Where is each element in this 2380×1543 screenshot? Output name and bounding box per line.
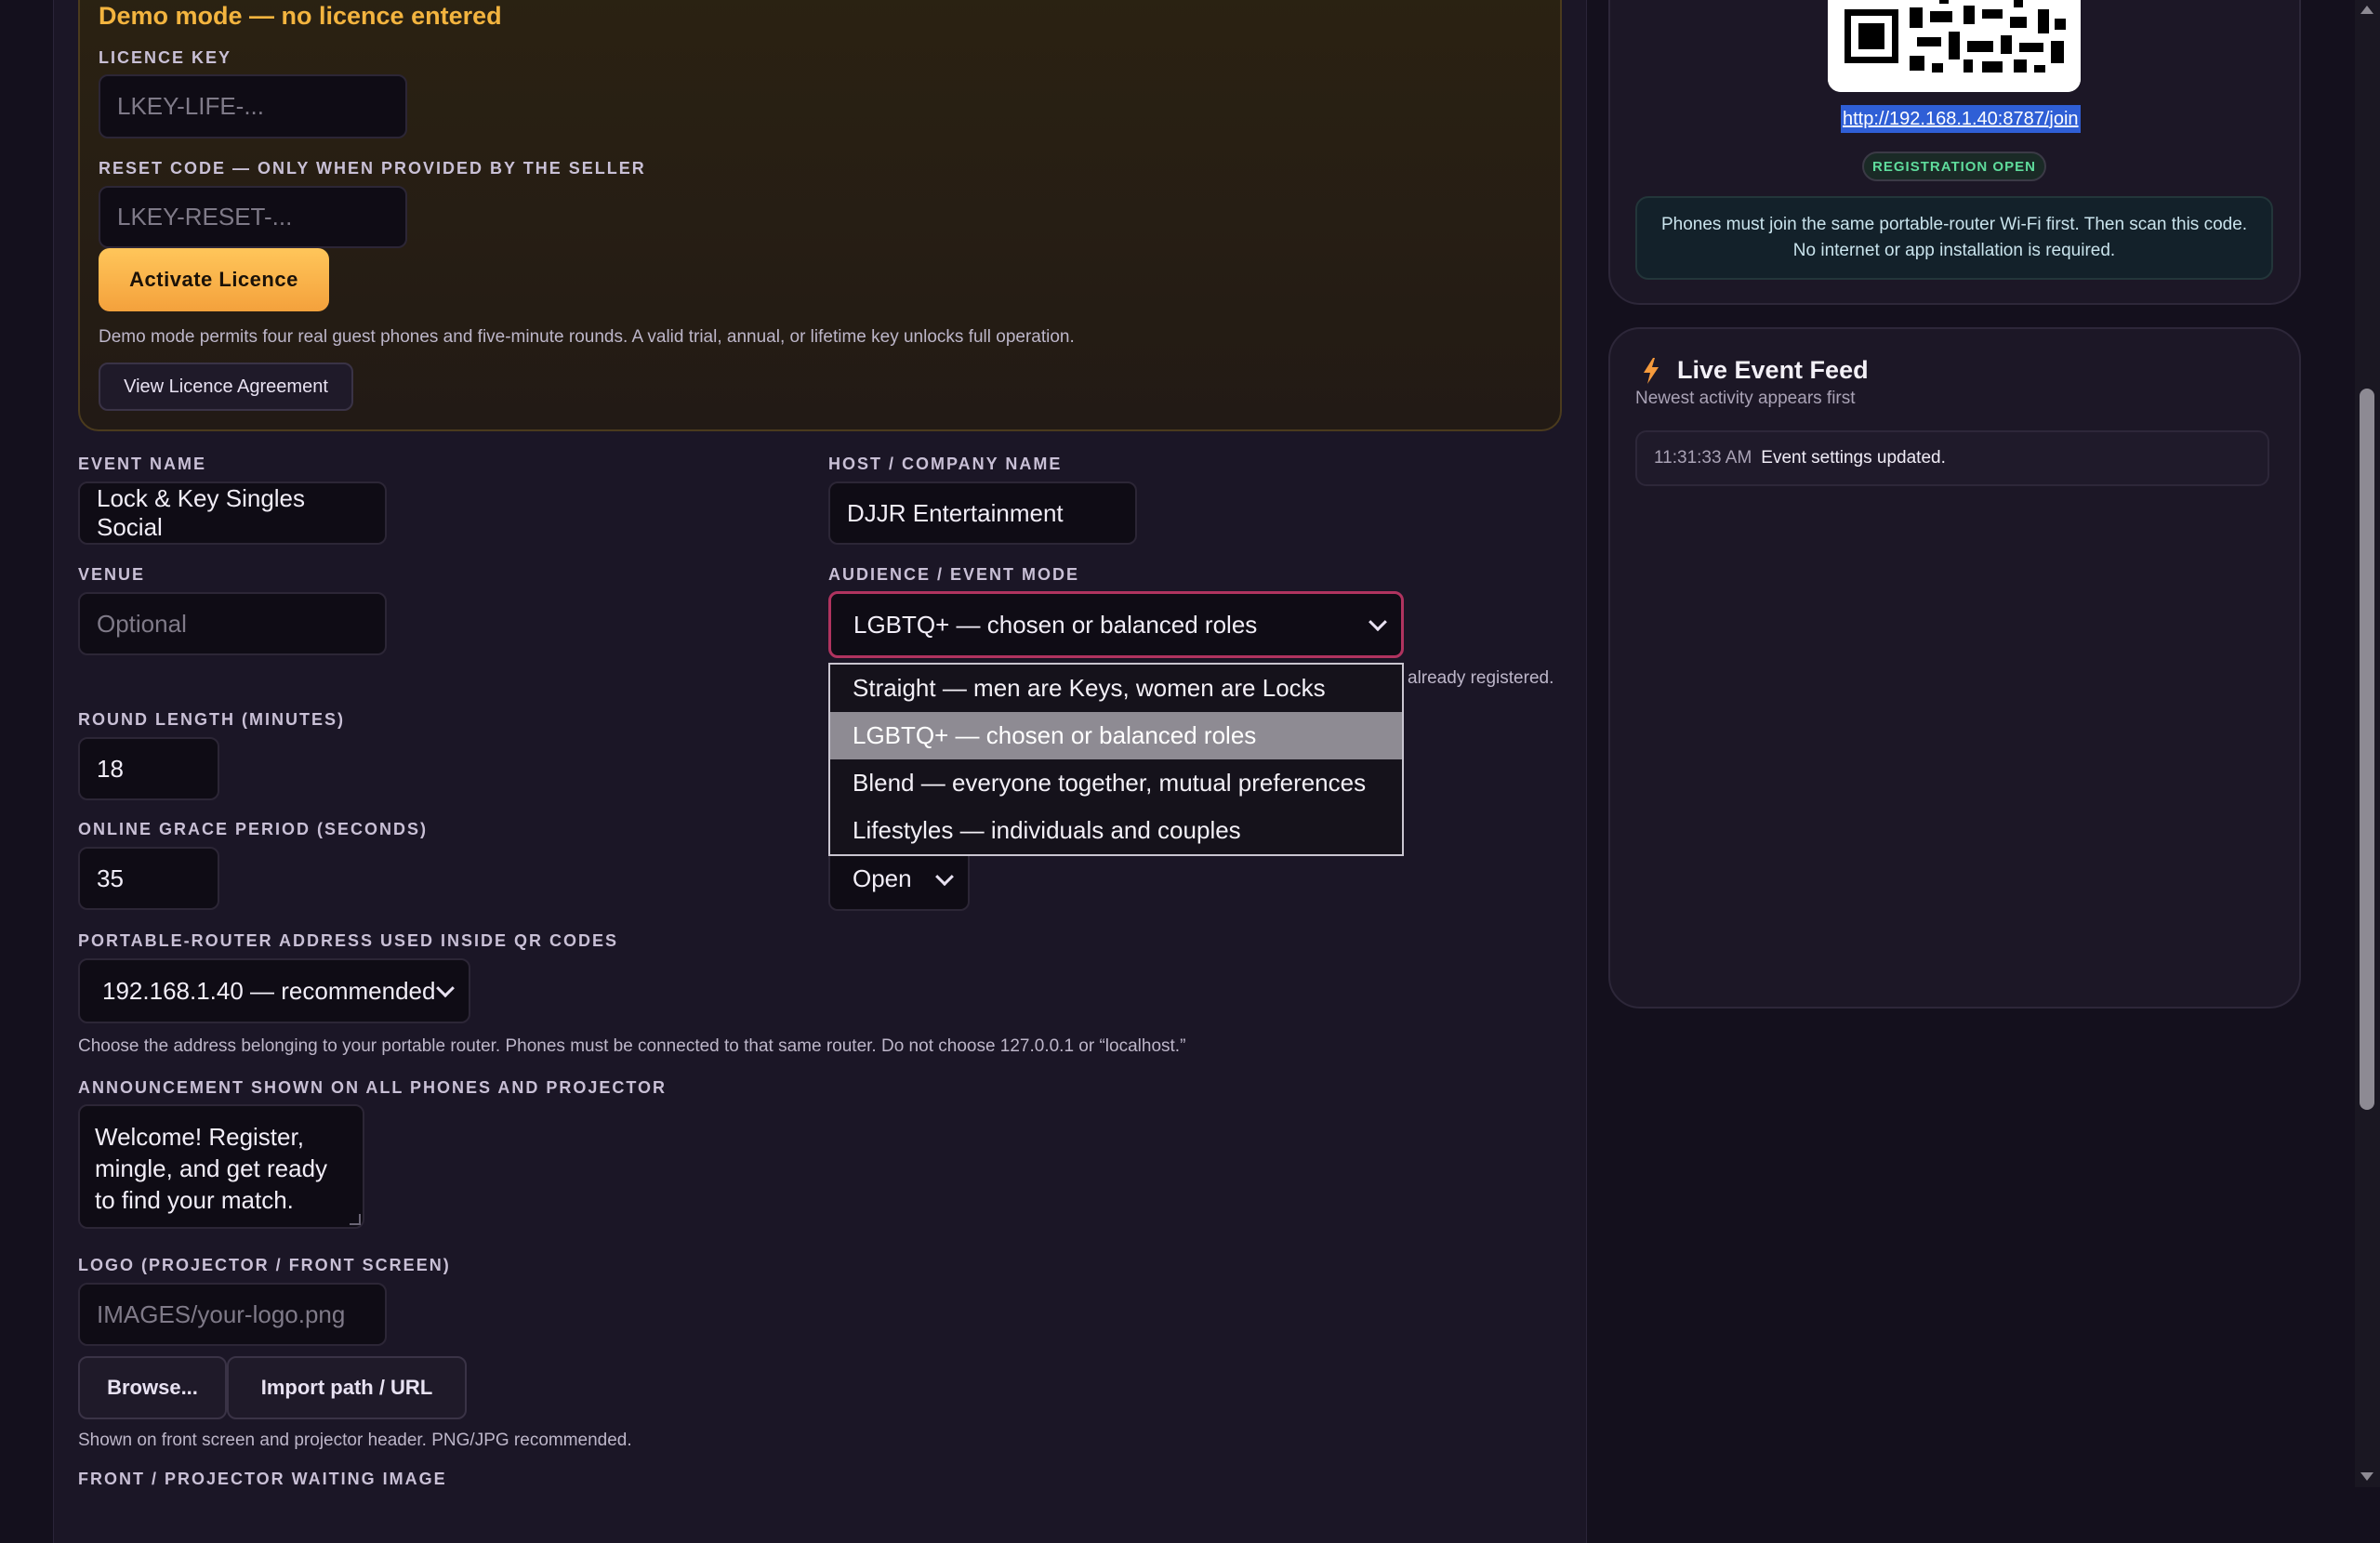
router-address-label: PORTABLE-ROUTER ADDRESS USED INSIDE QR C… [78,931,619,950]
audience-option-lgbtq[interactable]: LGBTQ+ — chosen or balanced roles [830,712,1402,759]
announcement-line: mingle, and get ready [95,1154,328,1182]
announcement-line: Welcome! Register, [95,1123,304,1151]
wifi-instructions-line: Phones must join the same portable-route… [1660,215,2248,234]
round-length-label: ROUND LENGTH (MINUTES) [78,710,345,729]
scroll-up-arrow-icon[interactable] [2360,6,2373,14]
demo-mode-note: Demo mode permits four real guest phones… [99,327,1075,347]
waiting-image-label: FRONT / PROJECTOR WAITING IMAGE [78,1470,447,1488]
chevron-down-icon [1368,613,1387,632]
announcement-textarea[interactable]: Welcome! Register, mingle, and get ready… [78,1104,364,1229]
demo-mode-title: Demo mode — no licence entered [99,2,502,30]
audience-option-lifestyles[interactable]: Lifestyles — individuals and couples [830,807,1402,854]
router-address-select[interactable]: 192.168.1.40 — recommended [78,958,470,1023]
audience-mode-hint: already registered. [1408,668,1554,688]
grace-period-input[interactable]: 35 [78,847,219,910]
browse-button[interactable]: Browse... [78,1356,227,1419]
import-path-button[interactable]: Import path / URL [227,1356,467,1419]
chevron-down-icon [436,979,455,998]
logo-hint: Shown on front screen and projector head… [78,1431,632,1450]
router-address-hint: Choose the address belonging to your por… [78,1036,1186,1056]
round-length-input[interactable]: 18 [78,737,219,800]
event-name-input[interactable]: Lock & Key Singles Social [78,481,387,545]
feed-item-time: 11:31:33 AM [1654,448,1752,468]
qr-code[interactable] [1828,0,2081,92]
logo-label: LOGO (PROJECTOR / FRONT SCREEN) [78,1256,451,1274]
audience-mode-options: Straight — men are Keys, women are Locks… [828,663,1404,856]
audience-option-blend[interactable]: Blend — everyone together, mutual prefer… [830,759,1402,807]
registration-status-value: Open [853,864,912,892]
host-name-label: HOST / COMPANY NAME [828,455,1063,473]
resize-handle-icon[interactable] [350,1214,361,1225]
registration-status-badge: REGISTRATION OPEN [1862,152,2046,181]
feed-title: Live Event Feed [1677,356,1869,384]
announcement-line: to find your match. [95,1186,294,1214]
event-name-label: EVENT NAME [78,455,207,473]
wifi-instructions-line: No internet or app installation is requi… [1792,241,2116,260]
host-name-input[interactable]: DJJR Entertainment [828,481,1137,545]
feed-subtitle: Newest activity appears first [1635,389,1856,408]
licence-key-input[interactable]: LKEY-LIFE-... [99,74,407,138]
wifi-instructions: Phones must join the same portable-route… [1635,196,2273,280]
scroll-down-arrow-icon[interactable] [2360,1472,2373,1481]
reset-code-input[interactable]: LKEY-RESET-... [99,186,407,248]
scrollbar-thumb[interactable] [2360,389,2374,1110]
feed-item: 11:31:33 AM Event settings updated. [1635,430,2269,486]
feed-item-message: Event settings updated. [1761,448,1946,468]
audience-mode-label: AUDIENCE / EVENT MODE [828,565,1080,584]
audience-mode-selected-value: LGBTQ+ — chosen or balanced roles [853,610,1258,639]
venue-label: VENUE [78,565,146,584]
licence-key-label: LICENCE KEY [99,48,232,67]
activate-licence-button[interactable]: Activate Licence [99,248,329,311]
join-url-link[interactable]: http://192.168.1.40:8787/join [1841,105,2081,133]
lightning-icon [1644,358,1659,384]
registration-status-select[interactable]: Open [828,847,970,911]
view-licence-agreement-button[interactable]: View Licence Agreement [99,363,353,411]
venue-input[interactable]: Optional [78,592,387,655]
grace-period-label: ONLINE GRACE PERIOD (SECONDS) [78,820,429,838]
audience-mode-select[interactable]: LGBTQ+ — chosen or balanced roles [828,591,1404,658]
qr-code-icon [1828,0,2081,92]
announcement-label: ANNOUNCEMENT SHOWN ON ALL PHONES AND PRO… [78,1078,668,1097]
live-feed-panel [1608,327,2301,1009]
chevron-down-icon [935,866,954,886]
logo-path-input[interactable]: IMAGES/your-logo.png [78,1283,387,1346]
audience-option-straight[interactable]: Straight — men are Keys, women are Locks [830,665,1402,712]
reset-code-label: RESET CODE — ONLY WHEN PROVIDED BY THE S… [99,159,646,178]
router-address-value: 192.168.1.40 — recommended [102,976,436,1005]
